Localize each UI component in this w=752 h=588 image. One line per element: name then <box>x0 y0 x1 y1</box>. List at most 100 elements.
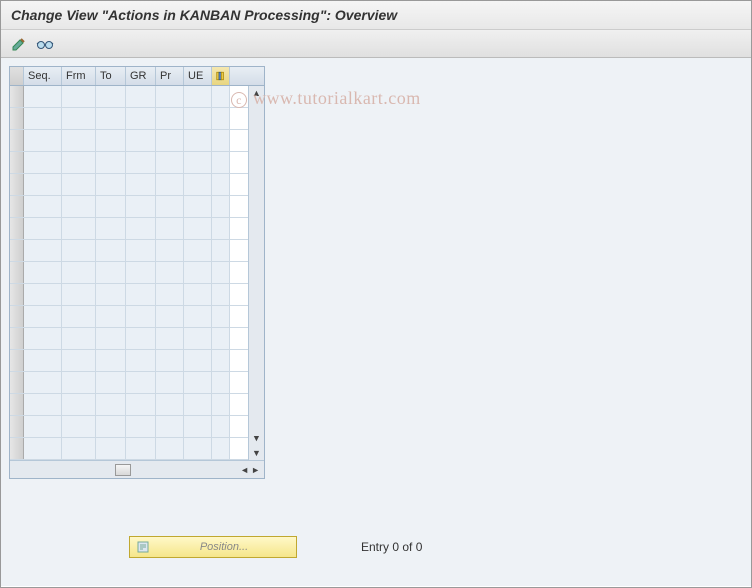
cell[interactable] <box>24 86 62 107</box>
cell[interactable] <box>184 196 212 217</box>
row-selector[interactable] <box>10 108 24 129</box>
cell[interactable] <box>184 416 212 437</box>
cell[interactable] <box>126 372 156 393</box>
table-row[interactable] <box>10 218 248 240</box>
cell[interactable] <box>184 372 212 393</box>
cell[interactable] <box>96 174 126 195</box>
cell[interactable] <box>96 196 126 217</box>
cell[interactable] <box>24 284 62 305</box>
cell[interactable] <box>156 416 184 437</box>
cell[interactable] <box>62 240 96 261</box>
cell[interactable] <box>24 196 62 217</box>
cell[interactable] <box>62 372 96 393</box>
cell[interactable] <box>96 240 126 261</box>
cell[interactable] <box>126 108 156 129</box>
col-header-ue[interactable]: UE <box>184 67 212 85</box>
cell[interactable] <box>126 218 156 239</box>
cell[interactable] <box>96 328 126 349</box>
col-header-seq[interactable]: Seq. <box>24 67 62 85</box>
cell[interactable] <box>62 350 96 371</box>
cell[interactable] <box>184 218 212 239</box>
cell[interactable] <box>62 284 96 305</box>
cell[interactable] <box>62 218 96 239</box>
table-row[interactable] <box>10 372 248 394</box>
cell[interactable] <box>62 262 96 283</box>
row-selector[interactable] <box>10 328 24 349</box>
table-row[interactable] <box>10 262 248 284</box>
cell[interactable] <box>184 108 212 129</box>
select-all-handle[interactable] <box>10 67 24 85</box>
cell[interactable] <box>156 372 184 393</box>
cell[interactable] <box>24 350 62 371</box>
cell[interactable] <box>156 284 184 305</box>
row-selector[interactable] <box>10 372 24 393</box>
cell[interactable] <box>156 86 184 107</box>
cell[interactable] <box>24 240 62 261</box>
scroll-left-icon[interactable]: ◄ <box>240 463 249 477</box>
cell[interactable] <box>156 240 184 261</box>
cell[interactable] <box>126 350 156 371</box>
cell[interactable] <box>96 218 126 239</box>
cell[interactable] <box>96 152 126 173</box>
row-selector[interactable] <box>10 174 24 195</box>
cell[interactable] <box>156 174 184 195</box>
col-header-pr[interactable]: Pr <box>156 67 184 85</box>
cell[interactable] <box>24 306 62 327</box>
cell[interactable] <box>24 328 62 349</box>
cell[interactable] <box>96 262 126 283</box>
cell[interactable] <box>96 416 126 437</box>
cell[interactable] <box>96 372 126 393</box>
row-selector[interactable] <box>10 240 24 261</box>
cell[interactable] <box>126 438 156 459</box>
cell[interactable] <box>156 196 184 217</box>
cell[interactable] <box>96 86 126 107</box>
cell[interactable] <box>96 306 126 327</box>
row-selector[interactable] <box>10 438 24 459</box>
cell[interactable] <box>184 350 212 371</box>
cell[interactable] <box>126 196 156 217</box>
cell[interactable] <box>62 306 96 327</box>
cell[interactable] <box>62 174 96 195</box>
cell[interactable] <box>184 262 212 283</box>
cell[interactable] <box>62 438 96 459</box>
cell[interactable] <box>24 130 62 151</box>
scroll-right-icon[interactable]: ► <box>251 463 260 477</box>
cell[interactable] <box>156 108 184 129</box>
table-row[interactable] <box>10 240 248 262</box>
col-header-frm[interactable]: Frm <box>62 67 96 85</box>
cell[interactable] <box>62 328 96 349</box>
cell[interactable] <box>126 152 156 173</box>
cell[interactable] <box>156 306 184 327</box>
cell[interactable] <box>24 394 62 415</box>
table-row[interactable] <box>10 152 248 174</box>
row-selector[interactable] <box>10 218 24 239</box>
table-row[interactable] <box>10 306 248 328</box>
table-row[interactable] <box>10 86 248 108</box>
row-selector[interactable] <box>10 196 24 217</box>
cell[interactable] <box>24 174 62 195</box>
row-selector[interactable] <box>10 262 24 283</box>
cell[interactable] <box>96 130 126 151</box>
cell[interactable] <box>96 350 126 371</box>
row-selector[interactable] <box>10 416 24 437</box>
cell[interactable] <box>96 284 126 305</box>
cell[interactable] <box>156 218 184 239</box>
cell[interactable] <box>24 108 62 129</box>
cell[interactable] <box>126 306 156 327</box>
row-selector[interactable] <box>10 306 24 327</box>
cell[interactable] <box>62 152 96 173</box>
table-row[interactable] <box>10 108 248 130</box>
cell[interactable] <box>156 350 184 371</box>
edit-icon[interactable] <box>9 34 29 54</box>
position-button[interactable]: Position... <box>129 536 297 558</box>
glasses-icon[interactable] <box>35 34 55 54</box>
cell[interactable] <box>184 284 212 305</box>
cell[interactable] <box>126 394 156 415</box>
cell[interactable] <box>184 306 212 327</box>
cell[interactable] <box>184 130 212 151</box>
table-row[interactable] <box>10 196 248 218</box>
cell[interactable] <box>184 240 212 261</box>
cell[interactable] <box>156 152 184 173</box>
cell[interactable] <box>24 218 62 239</box>
cell[interactable] <box>24 262 62 283</box>
